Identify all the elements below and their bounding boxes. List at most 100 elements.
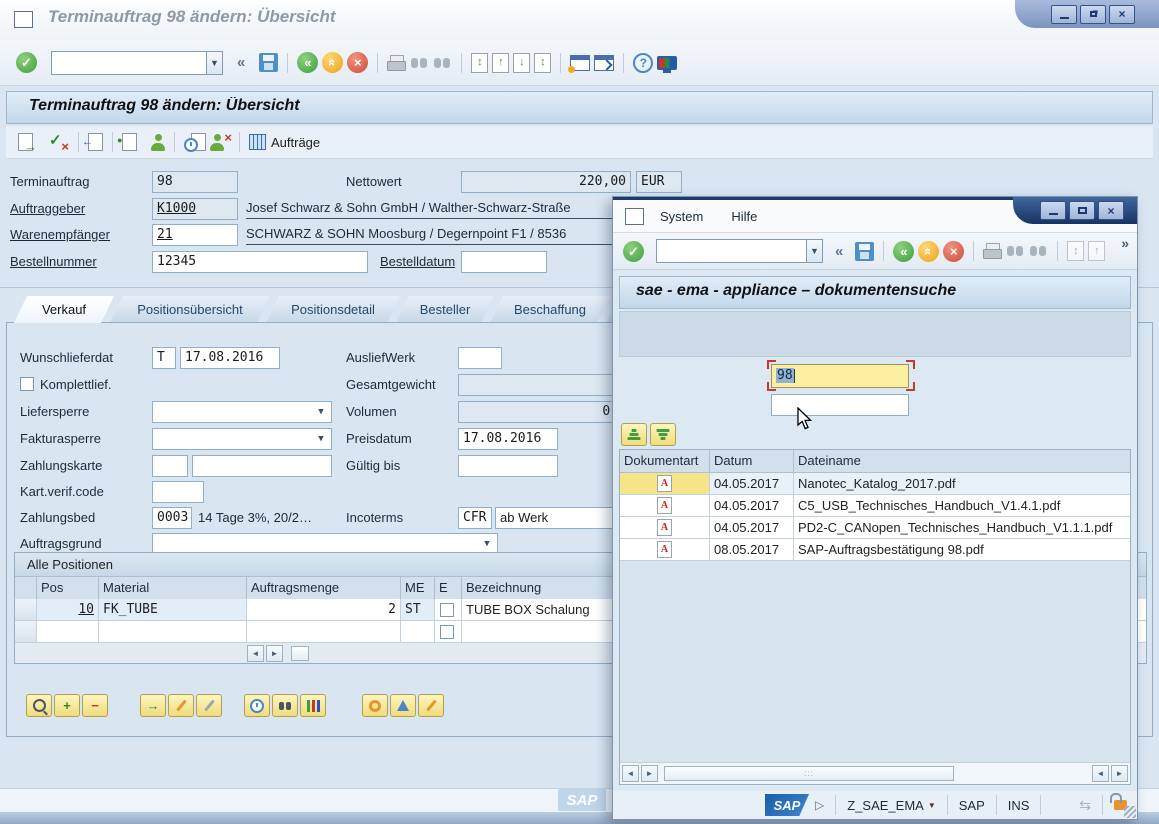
save-button[interactable] <box>855 242 874 261</box>
dropdown-arrow-icon[interactable]: ▼ <box>479 534 495 554</box>
liefersperre-select[interactable]: ▼ <box>152 401 332 423</box>
print-button[interactable] <box>387 55 406 71</box>
scroll-left-icon[interactable]: ◄ <box>622 765 639 782</box>
customize-layout-button[interactable] <box>657 56 677 70</box>
preisdatum-field[interactable]: 17.08.2016 <box>458 428 558 450</box>
table-row[interactable]: A 08.05.2017 SAP-Auftragsbestätigung 98.… <box>620 539 1130 561</box>
row-selector[interactable] <box>15 599 37 621</box>
item-detail-button[interactable] <box>168 694 194 717</box>
sort-descending-button[interactable] <box>650 423 676 446</box>
enter-button[interactable]: ✓ <box>623 241 644 262</box>
table-row[interactable]: A 04.05.2017 PD2-C_CANopen_Technisches_H… <box>620 517 1130 539</box>
header-details-icon[interactable]: ● <box>122 133 137 151</box>
status-expand-icon[interactable]: ▷ <box>815 798 824 812</box>
scroll-left-icon[interactable]: ◄ <box>247 645 264 662</box>
copy-document-icon[interactable]: → <box>18 133 33 151</box>
save-button[interactable] <box>259 53 278 72</box>
scrollbar-thumb[interactable]: ::: <box>664 766 954 781</box>
row-selector[interactable] <box>15 621 37 643</box>
terminauftrag-field[interactable]: 98 <box>152 171 238 193</box>
item-display-button[interactable] <box>196 694 222 717</box>
auftraggeber-text[interactable]: Josef Schwarz & Sohn GmbH / Walther-Schw… <box>246 198 658 219</box>
close-button[interactable]: × <box>1109 5 1135 24</box>
command-dropdown-icon[interactable]: ▼ <box>806 239 823 263</box>
sort-ascending-button[interactable] <box>621 423 647 446</box>
reject-document-icon[interactable]: × <box>210 133 230 151</box>
texts-button[interactable] <box>418 694 444 717</box>
enter-button[interactable]: ✓ <box>16 52 37 73</box>
next-page-button[interactable]: ↓ <box>513 53 530 73</box>
col-material[interactable]: Material <box>99 577 247 599</box>
find-button[interactable] <box>410 56 429 70</box>
table-row[interactable]: A 04.05.2017 Nanotec_Katalog_2017.pdf <box>620 473 1130 495</box>
bestelldatum-field[interactable] <box>461 251 547 273</box>
command-dropdown-icon[interactable]: ▼ <box>206 51 223 75</box>
item-pricing-button[interactable] <box>300 694 326 717</box>
availability-check-button[interactable] <box>272 694 298 717</box>
tab-verkauf[interactable]: Verkauf <box>14 296 114 323</box>
warenempfaenger-field[interactable]: 21 <box>152 224 238 246</box>
warenempfaenger-label[interactable]: Warenempfänger <box>10 224 110 246</box>
dropdown-arrow-icon[interactable]: ▼ <box>313 429 329 449</box>
back-button[interactable]: « <box>893 241 914 262</box>
scroll-left-icon[interactable]: ◄ <box>1092 765 1109 782</box>
incoterms-text-field[interactable]: ab Werk <box>495 507 623 529</box>
auftraggeber-field[interactable]: K1000 <box>152 198 238 220</box>
scrollbar-thumb[interactable] <box>291 646 309 661</box>
e-checkbox[interactable] <box>440 625 454 639</box>
propose-items-button[interactable]: → <box>140 694 166 717</box>
dropdown-arrow-icon[interactable]: ▼ <box>313 402 329 422</box>
new-session-button[interactable] <box>570 55 590 71</box>
scroll-right-icon[interactable]: ► <box>641 765 658 782</box>
gueltigbis-field[interactable] <box>458 455 558 477</box>
bestellnummer-label[interactable]: Bestellnummer <box>10 251 97 273</box>
col-me[interactable]: ME <box>401 577 435 599</box>
menu-hilfe[interactable]: Hilfe <box>731 209 757 224</box>
incoterms-field[interactable]: CFR <box>458 507 492 529</box>
scroll-right-icon[interactable]: ► <box>1111 765 1128 782</box>
first-page-button[interactable]: ↕ <box>1067 241 1084 261</box>
maximize-button[interactable] <box>1069 201 1095 220</box>
create-shortcut-button[interactable] <box>594 55 614 71</box>
last-page-button[interactable]: ↕ <box>534 53 551 73</box>
col-pos[interactable]: Pos <box>37 577 99 599</box>
col-datum[interactable]: Datum <box>710 450 794 472</box>
find-next-button[interactable] <box>433 56 452 70</box>
warenempfaenger-text[interactable]: SCHWARZ & SOHN Moosburg / Degernpoint F1… <box>246 224 658 245</box>
zahlungsbed-field[interactable]: 0003 <box>152 507 192 529</box>
back-button[interactable]: « <box>297 52 318 73</box>
schedule-lines-button[interactable] <box>244 694 270 717</box>
fakturasperre-select[interactable]: ▼ <box>152 428 332 450</box>
item-search-button[interactable] <box>26 694 52 717</box>
tab-positionsuebersicht[interactable]: Positionsübersicht <box>110 296 270 323</box>
tab-positionsdetail[interactable]: Positionsdetail <box>266 296 400 323</box>
col-e[interactable]: E <box>435 577 462 599</box>
previous-page-button[interactable]: ↑ <box>492 53 509 73</box>
collapse-icon[interactable]: « <box>237 54 245 71</box>
first-page-button[interactable]: ↕ <box>471 53 488 73</box>
batch-button[interactable] <box>390 694 416 717</box>
ausliefwerk-field[interactable] <box>458 347 502 369</box>
previous-page-button[interactable]: ↑ <box>1088 241 1105 261</box>
find-next-button[interactable] <box>1029 244 1048 258</box>
exit-button[interactable]: « <box>918 241 939 262</box>
zahlungskarte-type-field[interactable] <box>152 455 188 477</box>
collapse-icon[interactable]: « <box>835 243 843 260</box>
availability-icon[interactable] <box>184 133 206 151</box>
tab-beschaffung[interactable]: Beschaffung <box>490 296 610 323</box>
kartverifcode-field[interactable] <box>152 481 204 503</box>
orders-button[interactable]: Aufträge <box>249 134 320 150</box>
cancel-button[interactable]: × <box>347 52 368 73</box>
table-row[interactable]: A 04.05.2017 C5_USB_Technisches_Handbuch… <box>620 495 1130 517</box>
print-button[interactable] <box>983 243 1002 259</box>
window-menu-icon[interactable] <box>625 208 644 225</box>
command-field[interactable]: ▼ <box>656 239 823 263</box>
vertriebsbeleg-field[interactable]: 98 <box>771 364 909 388</box>
bestelldatum-label[interactable]: Bestelldatum <box>380 251 455 273</box>
kunde-field[interactable] <box>771 394 909 416</box>
window-menu-icon[interactable] <box>14 11 33 28</box>
command-field[interactable]: ▼ <box>51 51 223 75</box>
col-dokumentart[interactable]: Dokumentart <box>620 450 710 472</box>
add-item-button[interactable]: + <box>54 694 80 717</box>
komplettlief-checkbox[interactable] <box>20 377 34 391</box>
